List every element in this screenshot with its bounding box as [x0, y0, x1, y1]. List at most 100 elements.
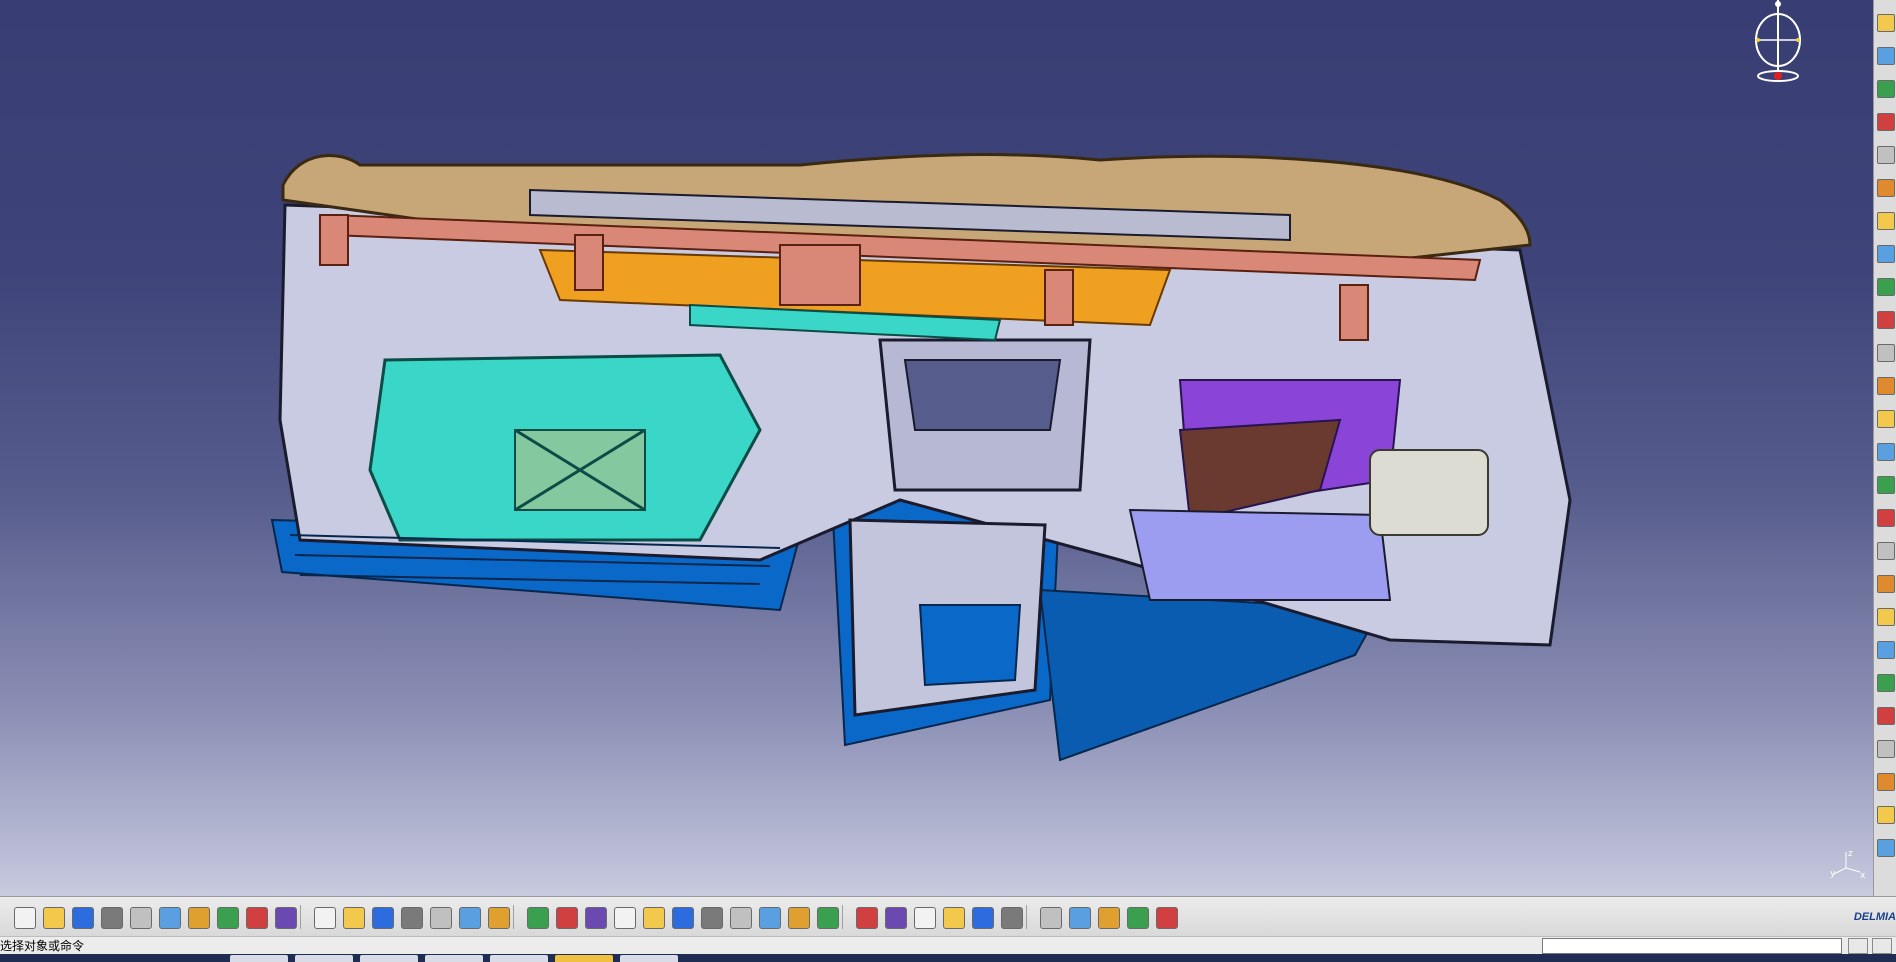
apply-material-icon[interactable] — [1040, 907, 1062, 929]
task-tab-2[interactable] — [295, 955, 353, 962]
compass-icon[interactable] — [1744, 0, 1814, 84]
slot-icon[interactable] — [1877, 278, 1895, 296]
loft-icon[interactable] — [1877, 344, 1895, 362]
toolbar-separator — [513, 905, 514, 929]
console-slot — [918, 604, 1022, 687]
lock-icon[interactable] — [459, 907, 481, 929]
new-file-icon[interactable] — [14, 907, 36, 929]
bracket-left — [319, 214, 349, 266]
toolbar-separator — [1026, 905, 1027, 929]
paste-icon[interactable] — [188, 907, 210, 929]
task-tab-5[interactable] — [490, 955, 548, 962]
status-button-1[interactable] — [1848, 938, 1868, 954]
rotate-icon[interactable] — [585, 907, 607, 929]
translate-icon[interactable] — [1877, 608, 1895, 626]
sketch-icon[interactable] — [1877, 47, 1895, 65]
multi-view-icon[interactable] — [701, 907, 723, 929]
bottom-horizontal-toolbar: DELMIA — [0, 896, 1896, 937]
3d-viewport[interactable]: z y x — [0, 0, 1874, 896]
distance-icon[interactable] — [972, 907, 994, 929]
task-tab-3[interactable] — [360, 955, 418, 962]
right-vertical-toolbar — [1873, 0, 1896, 896]
pad-icon[interactable] — [1877, 80, 1895, 98]
tree-icon[interactable] — [430, 907, 452, 929]
bracket-center-left — [574, 234, 604, 291]
stiffener-icon[interactable] — [1877, 311, 1895, 329]
grid-icon[interactable] — [1156, 907, 1178, 929]
grip-icon[interactable] — [372, 907, 394, 929]
iso-view-icon[interactable] — [730, 907, 752, 929]
toolbar-separator — [300, 905, 301, 929]
shell-icon[interactable] — [1877, 476, 1895, 494]
redo-icon[interactable] — [246, 907, 268, 929]
hole-icon[interactable] — [1877, 212, 1895, 230]
shading-icon[interactable] — [759, 907, 781, 929]
axis-y-label: y — [1830, 869, 1836, 878]
zoom-in-icon[interactable] — [614, 907, 636, 929]
constraint-icon[interactable] — [1877, 773, 1895, 791]
bracket-right — [1044, 269, 1074, 326]
scale-icon[interactable] — [1877, 707, 1895, 725]
dashboard-3d-model[interactable] — [0, 0, 1874, 896]
task-tab-active[interactable] — [555, 955, 613, 962]
clash-icon[interactable] — [914, 907, 936, 929]
groove-icon[interactable] — [1877, 179, 1895, 197]
right-lower-bracket — [1128, 508, 1392, 601]
pan-icon[interactable] — [556, 907, 578, 929]
fly-mode-icon[interactable] — [488, 907, 510, 929]
thread-icon[interactable] — [1877, 542, 1895, 560]
fillet-icon[interactable] — [1877, 377, 1895, 395]
sectioning-icon[interactable] — [943, 907, 965, 929]
copy-icon[interactable] — [159, 907, 181, 929]
select-icon[interactable] — [1877, 14, 1895, 32]
bracket-center — [779, 244, 861, 306]
capture-icon[interactable] — [856, 907, 878, 929]
rib-icon[interactable] — [1877, 245, 1895, 263]
axis-x-label: x — [1860, 871, 1866, 878]
swap-visible-icon[interactable] — [817, 907, 839, 929]
fuse-box — [1369, 449, 1489, 536]
status-bar: 选择对象或命令 — [0, 936, 1896, 955]
axis-z-label: z — [1848, 849, 1853, 859]
spin-icon[interactable] — [1001, 907, 1023, 929]
task-tab-7[interactable] — [620, 955, 678, 962]
scene-icon[interactable] — [1127, 907, 1149, 929]
status-prompt: 选择对象或命令 — [0, 939, 85, 953]
center-stack-opening — [903, 359, 1062, 431]
thickness-icon[interactable] — [1877, 509, 1895, 527]
shaft-icon[interactable] — [1877, 146, 1895, 164]
command-input[interactable] — [1542, 938, 1842, 954]
zoom-out-icon[interactable] — [643, 907, 665, 929]
formula-icon[interactable] — [314, 907, 336, 929]
knowledge-icon[interactable] — [343, 907, 365, 929]
open-folder-icon[interactable] — [43, 907, 65, 929]
status-button-2[interactable] — [1872, 938, 1892, 954]
normal-view-icon[interactable] — [672, 907, 694, 929]
os-taskbar — [0, 954, 1896, 962]
table-icon[interactable] — [401, 907, 423, 929]
draft-icon[interactable] — [1877, 443, 1895, 461]
hide-show-icon[interactable] — [788, 907, 810, 929]
save-icon[interactable] — [72, 907, 94, 929]
axis-system-icon[interactable] — [1877, 839, 1895, 857]
measure-icon[interactable] — [885, 907, 907, 929]
mirror-icon[interactable] — [1877, 641, 1895, 659]
task-tab-4[interactable] — [425, 955, 483, 962]
toolbar-separator — [842, 905, 843, 929]
cut-icon[interactable] — [130, 907, 152, 929]
task-tab-1[interactable] — [230, 955, 288, 962]
render-icon[interactable] — [1069, 907, 1091, 929]
pocket-icon[interactable] — [1877, 113, 1895, 131]
fit-all-icon[interactable] — [527, 907, 549, 929]
chamfer-icon[interactable] — [1877, 410, 1895, 428]
whats-this-icon[interactable] — [275, 907, 297, 929]
print-icon[interactable] — [101, 907, 123, 929]
color-icon[interactable] — [1098, 907, 1120, 929]
brand-logo: DELMIA — [1853, 911, 1896, 923]
boolean-icon[interactable] — [1877, 740, 1895, 758]
split-icon[interactable] — [1877, 575, 1895, 593]
bracket-far-right — [1339, 284, 1369, 341]
undo-icon[interactable] — [217, 907, 239, 929]
annotation-icon[interactable] — [1877, 806, 1895, 824]
pattern-icon[interactable] — [1877, 674, 1895, 692]
